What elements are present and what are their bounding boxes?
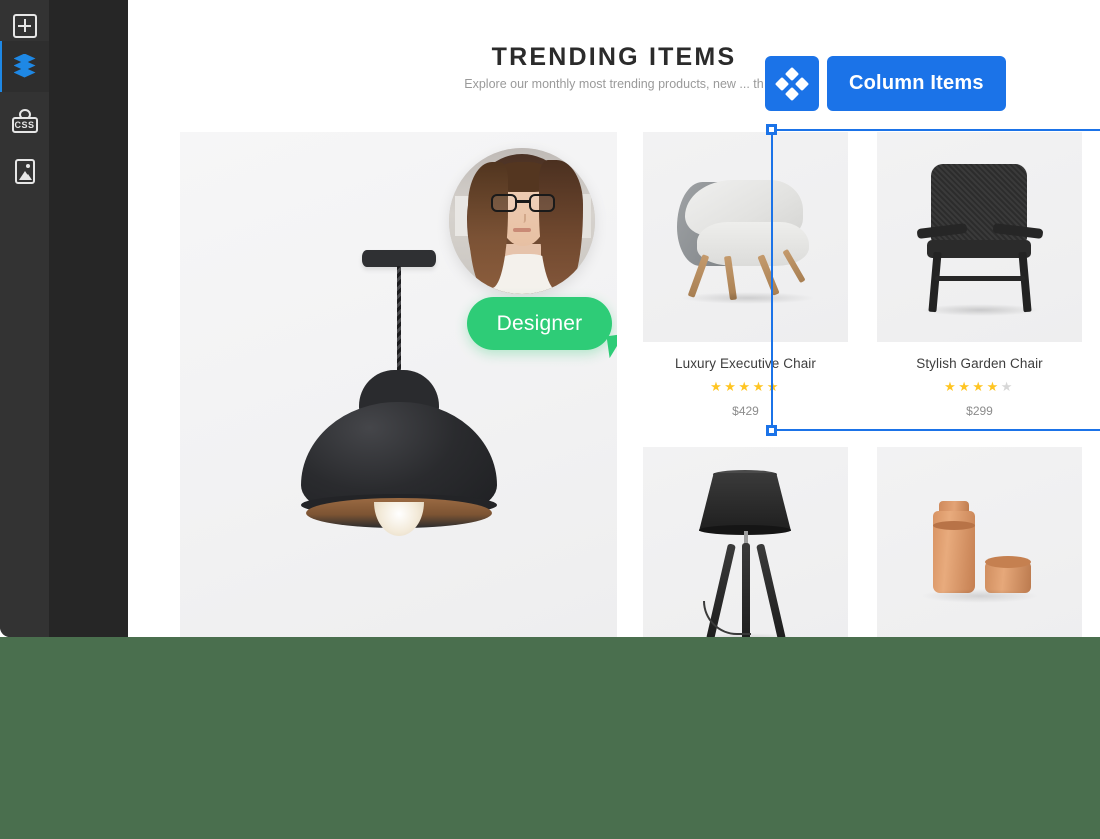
css-icon-label: CSS bbox=[11, 116, 38, 133]
image-icon bbox=[14, 159, 35, 184]
sidebar-item-custom-css[interactable]: CSS bbox=[0, 95, 49, 146]
designer-badge[interactable]: Designer bbox=[467, 297, 612, 350]
product-card[interactable]: Luxury Executive Chair ★★★★★ $429 bbox=[643, 132, 848, 430]
hero-image-block[interactable]: Designer bbox=[180, 132, 617, 637]
product-grid[interactable]: Luxury Executive Chair ★★★★★ $429 Stylis… bbox=[643, 132, 1100, 637]
product-image-armchair bbox=[643, 132, 848, 342]
product-image-tripod-lamp bbox=[643, 447, 848, 637]
product-rating: ★★★★★ bbox=[944, 379, 1015, 394]
sidebar-item-layers[interactable] bbox=[0, 41, 49, 92]
designer-badge-label: Designer bbox=[496, 311, 583, 335]
product-row-2 bbox=[643, 447, 1100, 637]
selection-label-button[interactable]: Column Items bbox=[827, 56, 1006, 111]
move-handle-button[interactable] bbox=[765, 56, 819, 111]
move-diamonds-icon bbox=[774, 66, 810, 101]
product-card[interactable]: Stylish Garden Chair ★★★★★ $299 bbox=[877, 132, 1082, 430]
product-image-lounge-chair bbox=[877, 132, 1082, 342]
editor-window: CSS TRENDING ITEMS Explore our monthly m… bbox=[0, 0, 1100, 637]
avatar bbox=[449, 148, 595, 294]
plus-icon bbox=[12, 13, 37, 38]
product-price: $299 bbox=[966, 404, 993, 418]
selection-toolbar: Column Items bbox=[765, 56, 1006, 111]
selection-label-text: Column Items bbox=[849, 72, 984, 94]
app-root: CSS TRENDING ITEMS Explore our monthly m… bbox=[0, 0, 1100, 839]
product-card[interactable] bbox=[877, 447, 1082, 637]
glasses-icon bbox=[491, 194, 555, 212]
product-info: Luxury Executive Chair ★★★★★ $429 bbox=[643, 342, 848, 430]
sidebar-item-media-library[interactable] bbox=[0, 146, 49, 197]
product-rating: ★★★★★ bbox=[710, 379, 781, 394]
layers-icon bbox=[11, 53, 39, 80]
product-info: Stylish Garden Chair ★★★★★ $299 bbox=[877, 342, 1082, 430]
css-gear-icon: CSS bbox=[11, 108, 38, 133]
product-card[interactable] bbox=[643, 447, 848, 637]
product-title: Luxury Executive Chair bbox=[674, 356, 816, 371]
designer-badge-pointer bbox=[606, 333, 617, 359]
product-image-copper-canister bbox=[877, 447, 1082, 637]
product-price: $429 bbox=[732, 404, 759, 418]
product-row-1: Luxury Executive Chair ★★★★★ $429 Stylis… bbox=[643, 132, 1100, 430]
page-canvas[interactable]: TRENDING ITEMS Explore our monthly most … bbox=[128, 0, 1100, 637]
sidebar-icon-strip: CSS bbox=[0, 0, 49, 637]
left-sidebar: CSS bbox=[0, 0, 128, 637]
product-title: Stylish Garden Chair bbox=[916, 356, 1043, 371]
